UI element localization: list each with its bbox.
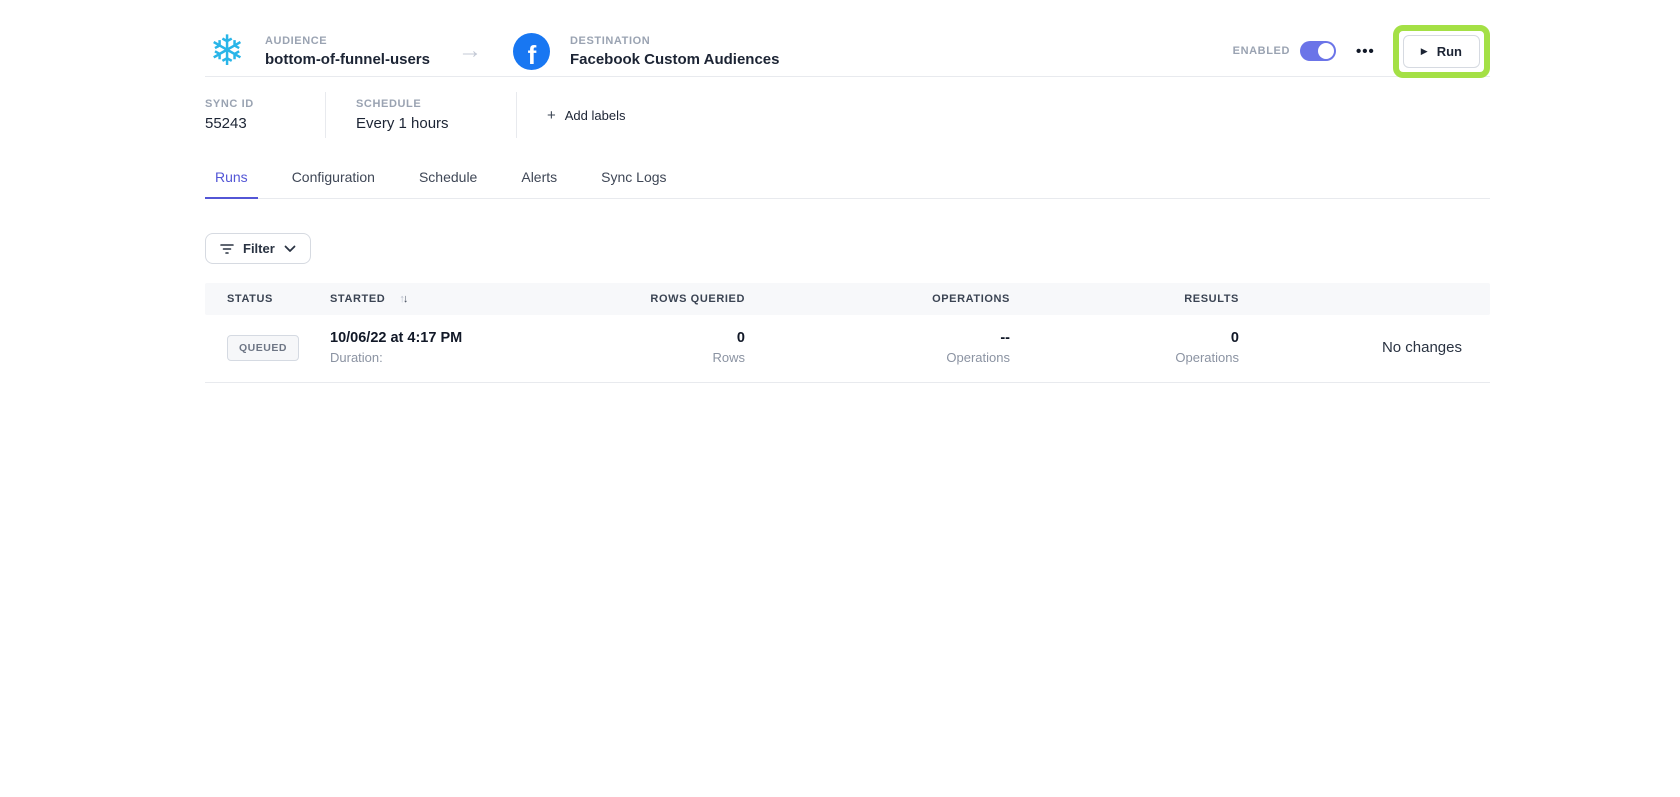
column-header-spacer: [1239, 283, 1490, 315]
filter-button-label: Filter: [243, 241, 275, 256]
results-cell: 0 Operations: [1010, 330, 1239, 365]
duration-label: Duration:: [330, 350, 620, 365]
sort-icon[interactable]: ↑↓: [399, 293, 406, 305]
column-header-started[interactable]: STARTED↑↓: [330, 283, 620, 315]
info-divider: [516, 92, 517, 138]
sync-id-value: 55243: [205, 115, 325, 132]
started-cell: 10/06/22 at 4:17 PM Duration:: [330, 330, 620, 365]
rows-queried-unit: Rows: [620, 350, 745, 365]
destination-name: Facebook Custom Audiences: [570, 51, 780, 68]
schedule-label: SCHEDULE: [356, 98, 486, 110]
sync-info-row: SYNC ID 55243 SCHEDULE Every 1 hours + A…: [205, 77, 1490, 155]
sync-detail-page: ❄ AUDIENCE bottom-of-funnel-users → f DE…: [0, 0, 1680, 383]
table-header-row: STATUS STARTED↑↓ ROWS QUERIED OPERATIONS…: [205, 283, 1490, 315]
run-button-label: Run: [1437, 44, 1462, 59]
run-button[interactable]: ▶ Run: [1403, 35, 1480, 68]
runs-table: STATUS STARTED↑↓ ROWS QUERIED OPERATIONS…: [205, 283, 1490, 383]
run-button-highlight: ▶ Run: [1393, 25, 1490, 78]
audience-entity[interactable]: ❄ AUDIENCE bottom-of-funnel-users: [205, 29, 430, 73]
sync-header: ❄ AUDIENCE bottom-of-funnel-users → f DE…: [205, 0, 1490, 76]
sync-id-label: SYNC ID: [205, 98, 325, 110]
rows-queried-cell: 0 Rows: [620, 330, 745, 365]
results-value: 0: [1010, 330, 1239, 346]
enabled-label: ENABLED: [1233, 45, 1290, 57]
plus-icon: +: [547, 107, 556, 124]
enabled-toggle[interactable]: [1300, 41, 1336, 61]
runs-toolbar: Filter: [205, 233, 1490, 264]
flow-arrow-icon: →: [458, 39, 482, 63]
column-header-rows-queried: ROWS QUERIED: [620, 283, 745, 315]
table-row[interactable]: QUEUED 10/06/22 at 4:17 PM Duration: 0 R…: [205, 315, 1490, 383]
play-icon: ▶: [1421, 46, 1428, 57]
chevron-down-icon: [284, 245, 296, 253]
status-cell: QUEUED: [205, 330, 330, 365]
add-labels-label: Add labels: [565, 108, 626, 123]
schedule-block: SCHEDULE Every 1 hours: [326, 98, 516, 132]
destination-type-label: DESTINATION: [570, 35, 780, 47]
column-header-results: RESULTS: [1010, 283, 1239, 315]
audience-type-label: AUDIENCE: [265, 35, 430, 47]
tab-alerts[interactable]: Alerts: [511, 163, 567, 199]
destination-entity[interactable]: f DESTINATION Facebook Custom Audiences: [510, 29, 780, 73]
more-menu-icon[interactable]: •••: [1356, 43, 1375, 60]
enabled-control: ENABLED: [1233, 41, 1336, 61]
started-timestamp: 10/06/22 at 4:17 PM: [330, 330, 620, 346]
operations-value: --: [745, 330, 1010, 346]
filter-button[interactable]: Filter: [205, 233, 311, 264]
tab-sync-logs[interactable]: Sync Logs: [591, 163, 676, 199]
snowflake-icon: ❄: [205, 29, 249, 73]
operations-cell: -- Operations: [745, 330, 1010, 365]
tab-bar: Runs Configuration Schedule Alerts Sync …: [205, 163, 1490, 199]
tab-schedule[interactable]: Schedule: [409, 163, 487, 199]
schedule-value: Every 1 hours: [356, 115, 486, 132]
toggle-knob: [1318, 43, 1334, 59]
facebook-icon: f: [510, 29, 554, 73]
tab-configuration[interactable]: Configuration: [282, 163, 385, 199]
rows-queried-value: 0: [620, 330, 745, 346]
audience-name: bottom-of-funnel-users: [265, 51, 430, 68]
column-header-operations: OPERATIONS: [745, 283, 1010, 315]
changes-cell: No changes: [1239, 330, 1490, 365]
add-labels-button[interactable]: + Add labels: [547, 107, 625, 124]
status-badge: QUEUED: [227, 335, 299, 361]
column-header-status: STATUS: [205, 283, 330, 315]
tab-runs[interactable]: Runs: [205, 163, 258, 199]
operations-unit: Operations: [745, 350, 1010, 365]
filter-icon: [220, 243, 234, 255]
results-unit: Operations: [1010, 350, 1239, 365]
sync-id-block: SYNC ID 55243: [205, 98, 325, 132]
